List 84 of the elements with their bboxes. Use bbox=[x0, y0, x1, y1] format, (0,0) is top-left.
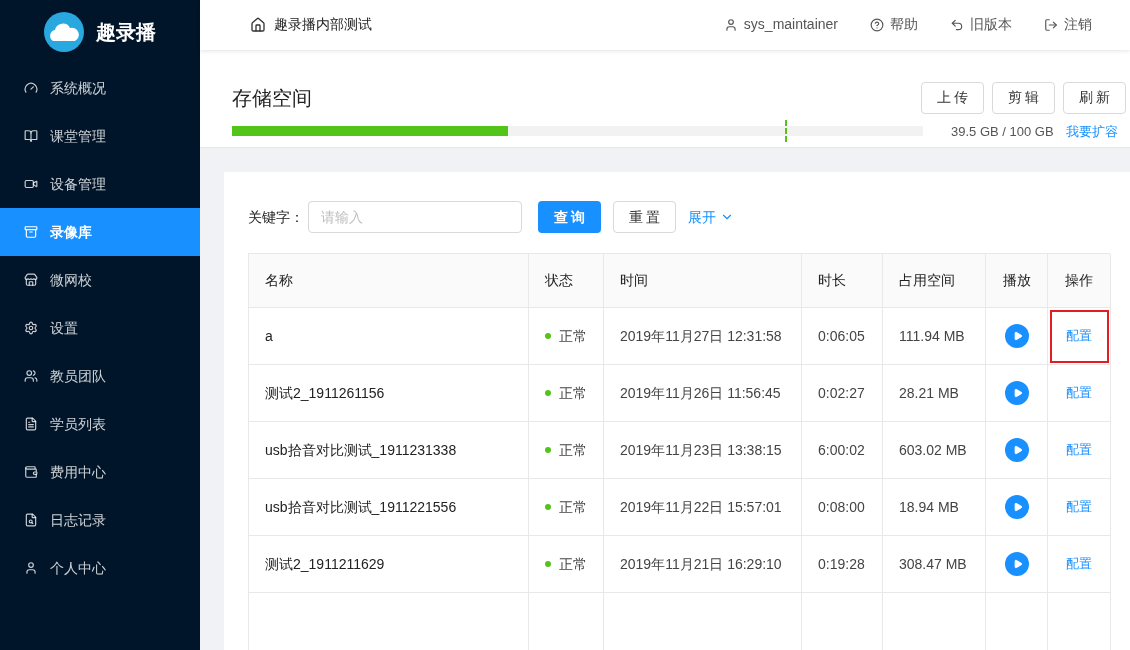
home-icon bbox=[250, 16, 266, 33]
table-cell: 2019年11月22日 15:57:01 bbox=[604, 479, 802, 536]
table-cell: usb拾音对比测试_1911221556 bbox=[249, 479, 529, 536]
toolbar-button[interactable]: 刷 新 bbox=[1063, 81, 1126, 114]
status-text: 正常 bbox=[559, 497, 587, 517]
play-button[interactable] bbox=[1004, 495, 1029, 519]
play-button[interactable] bbox=[1004, 324, 1029, 348]
person-icon bbox=[24, 561, 38, 575]
column-header: 名称 bbox=[249, 254, 529, 308]
table-cell: usb拾音对比测试_1911231338 bbox=[249, 422, 529, 479]
header-link[interactable]: 注销 bbox=[1044, 14, 1092, 36]
table-cell: 0:08:00 bbox=[802, 479, 883, 536]
table-cell: 308.47 MB bbox=[883, 536, 986, 593]
header-link[interactable]: 帮助 bbox=[870, 14, 918, 36]
column-header: 时长 bbox=[802, 254, 883, 308]
play-icon bbox=[1012, 388, 1023, 398]
user-link[interactable]: sys_maintainer bbox=[723, 14, 838, 36]
table-cell: 603.02 MB bbox=[883, 422, 986, 479]
play-button[interactable] bbox=[1004, 552, 1029, 576]
table-cell: 0:19:28 bbox=[802, 536, 883, 593]
sidebar-item[interactable]: 课堂管理 bbox=[0, 112, 200, 160]
document-search-icon bbox=[24, 513, 38, 527]
header-link[interactable]: 旧版本 bbox=[950, 14, 1012, 36]
store-icon bbox=[24, 273, 38, 287]
sidebar-item[interactable]: 学员列表 bbox=[0, 400, 200, 448]
gauge-icon bbox=[24, 81, 38, 95]
table-cell: 测试2_1911261156 bbox=[249, 365, 529, 422]
person-icon bbox=[723, 17, 738, 32]
cabinet-icon bbox=[24, 225, 38, 239]
toolbar-button[interactable]: 上 传 bbox=[921, 81, 984, 114]
table-cell: 28.21 MB bbox=[883, 365, 986, 422]
play-button[interactable] bbox=[1004, 438, 1029, 462]
breadcrumb-text: 趣录播内部测试 bbox=[274, 15, 372, 35]
table-cell: 2019年11月23日 13:38:15 bbox=[604, 422, 802, 479]
table-cell: 2019年11月26日 11:56:45 bbox=[604, 365, 802, 422]
keyword-label: 关键字： bbox=[248, 207, 304, 227]
column-header: 时间 bbox=[604, 254, 802, 308]
wallet-icon bbox=[24, 465, 38, 479]
camera-icon bbox=[24, 177, 38, 191]
play-icon bbox=[1012, 331, 1023, 341]
table-cell: 111.94 MB bbox=[883, 308, 986, 365]
logout-icon bbox=[1044, 17, 1058, 32]
document-icon bbox=[24, 417, 38, 431]
play-button[interactable] bbox=[1004, 381, 1029, 405]
app-logo-text: 趣录播 bbox=[96, 20, 156, 45]
table-cell: 6:00:02 bbox=[802, 422, 883, 479]
sidebar-item[interactable]: 微网校 bbox=[0, 256, 200, 304]
table-cell: 2019年11月27日 12:31:58 bbox=[604, 308, 802, 365]
play-icon bbox=[1012, 559, 1023, 569]
status-text: 正常 bbox=[559, 554, 587, 574]
table-cell: 测试2_1911211629 bbox=[249, 536, 529, 593]
table-cell: 2019年11月21日 16:29:10 bbox=[604, 536, 802, 593]
storage-usage-text: 39.5 GB / 100 GB bbox=[951, 122, 1054, 141]
sidebar-item[interactable]: 教员团队 bbox=[0, 352, 200, 400]
play-icon bbox=[1012, 502, 1023, 512]
play-icon bbox=[1012, 445, 1023, 455]
threshold-marker bbox=[784, 120, 787, 143]
keyword-input[interactable]: 请输入 bbox=[308, 201, 522, 233]
sidebar-item[interactable]: 设备管理 bbox=[0, 160, 200, 208]
status-text: 正常 bbox=[559, 440, 587, 460]
status-text: 正常 bbox=[559, 326, 587, 346]
column-header: 状态 bbox=[529, 254, 604, 308]
sidebar-item[interactable]: 个人中心 bbox=[0, 544, 200, 592]
settings-icon bbox=[24, 321, 38, 335]
table-cell: a bbox=[249, 308, 529, 365]
status-text: 正常 bbox=[559, 383, 587, 403]
toolbar-button[interactable]: 剪 辑 bbox=[992, 81, 1055, 114]
sidebar-item[interactable]: 日志记录 bbox=[0, 496, 200, 544]
sidebar-item[interactable]: 设置 bbox=[0, 304, 200, 352]
people-icon bbox=[24, 369, 38, 383]
book-icon bbox=[24, 129, 38, 143]
reset-button[interactable]: 重 置 bbox=[613, 201, 676, 233]
table-cell: 0:02:27 bbox=[802, 365, 883, 422]
column-header: 操作 bbox=[1048, 254, 1111, 308]
return-icon bbox=[950, 17, 964, 32]
column-header: 播放 bbox=[986, 254, 1048, 308]
storage-title: 存储空间 bbox=[232, 85, 312, 111]
sidebar-item[interactable]: 费用中心 bbox=[0, 448, 200, 496]
table-cell: 18.94 MB bbox=[883, 479, 986, 536]
help-icon bbox=[870, 17, 884, 32]
table-cell: 0:06:05 bbox=[802, 308, 883, 365]
column-header: 占用空间 bbox=[883, 254, 986, 308]
sidebar-item[interactable]: 系统概况 bbox=[0, 64, 200, 112]
cloud-logo-icon bbox=[44, 12, 84, 52]
